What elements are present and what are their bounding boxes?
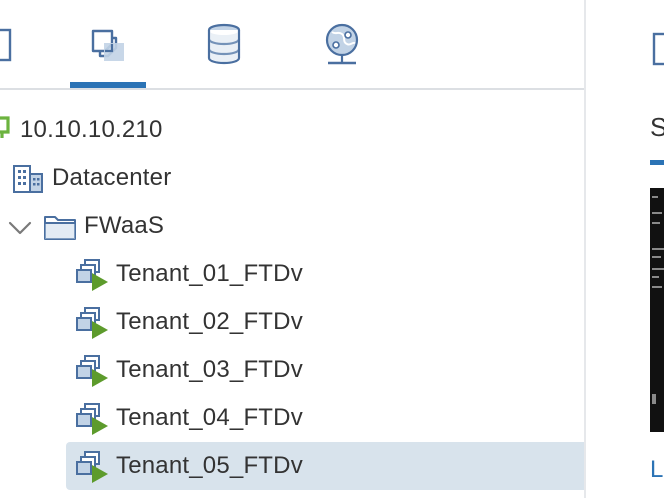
tree-node-label: Tenant_02_FTDv [116,308,303,335]
tree-node-vm[interactable]: Tenant_01_FTDv [0,250,584,298]
tree-node-label: Tenant_01_FTDv [116,260,303,287]
tree-node-vm[interactable]: Tenant_04_FTDv [0,394,584,442]
tree-node-label: Tenant_04_FTDv [116,404,303,431]
datacenter-icon [13,165,43,193]
vm-powered-on-icon [76,451,108,483]
networking-icon [325,23,359,65]
storage-icon [207,23,241,65]
chevron-down-icon[interactable] [8,220,32,236]
tab-summary[interactable]: S [650,112,664,142]
tree-node-label: 10.10.10.210 [20,116,163,143]
tab-storage[interactable] [190,0,260,88]
vcenter-icon [0,116,10,138]
active-tab-indicator [650,160,664,165]
tree-node-label: FWaaS [84,212,165,239]
tree-node-label: Tenant_03_FTDv [116,356,303,383]
navigator-tab-bar [0,0,584,90]
vm-powered-on-icon [76,403,108,435]
hosts-clusters-icon [0,28,12,62]
object-content-pane: S L [586,0,664,498]
tree-node-label: Tenant_05_FTDv [116,452,303,479]
tree-node-vm-selected[interactable]: Tenant_05_FTDv [0,442,596,490]
tree-node-datacenter[interactable]: Datacenter [0,154,584,202]
vms-templates-icon [91,29,124,61]
tab-networking[interactable] [310,0,380,88]
tab-vms-and-templates[interactable] [70,0,146,88]
tree-node-vcenter[interactable]: 10.10.10.210 [0,106,584,154]
vm-powered-on-icon [76,259,108,291]
vm-powered-on-icon [76,355,108,387]
tree-node-label: Datacenter [52,164,172,191]
tree-node-folder-fwaas[interactable]: FWaaS [0,202,584,250]
vm-header-icon [652,32,664,66]
vm-powered-on-icon [76,307,108,339]
tab-hosts-and-clusters[interactable] [0,0,30,88]
tree-node-vm[interactable]: Tenant_02_FTDv [0,298,584,346]
launch-console-link[interactable]: L [650,456,663,484]
tree-node-vm[interactable]: Tenant_03_FTDv [0,346,584,394]
inventory-navigator: 10.10.10.210 Datacenter FWaaS Tenant_01_… [0,0,596,498]
folder-icon [44,216,76,240]
vsphere-client-window: 10.10.10.210 Datacenter FWaaS Tenant_01_… [0,0,664,498]
vm-console-thumbnail[interactable] [650,188,664,432]
active-tab-indicator [70,82,146,88]
